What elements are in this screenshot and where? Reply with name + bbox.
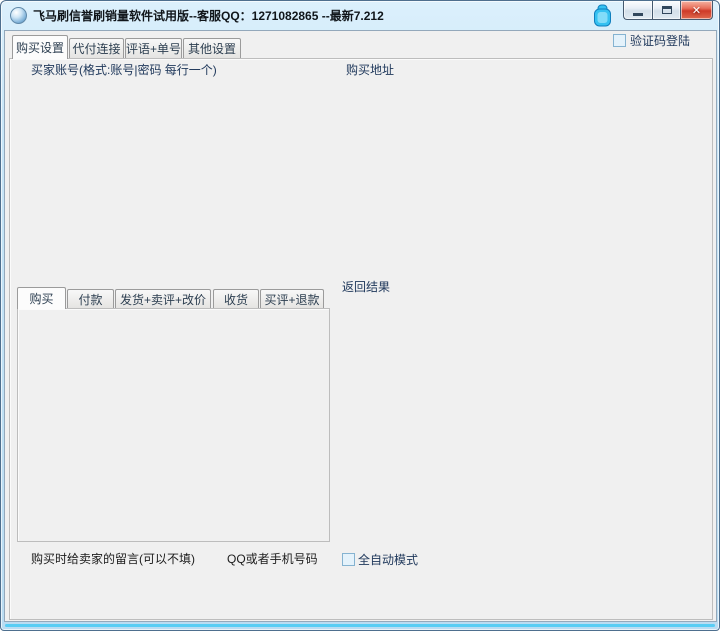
qq-phone-label: QQ或者手机号码 — [225, 552, 320, 567]
auto-mode-row: 全自动模式 — [340, 551, 420, 568]
verify-login-label: 验证码登陆 — [630, 32, 690, 49]
tab-label: 付款 — [78, 291, 102, 308]
tab-buy[interactable]: 购买 — [17, 287, 66, 309]
tab-label: 买评+退款 — [264, 291, 319, 308]
tab-payment-link[interactable]: 代付连接 — [69, 38, 124, 58]
auto-mode-checkbox[interactable] — [342, 553, 355, 566]
close-button[interactable] — [681, 1, 713, 20]
tab-label: 评语+单号 — [126, 40, 181, 57]
verify-login-checkbox[interactable] — [613, 34, 626, 47]
tab-buy-settings[interactable]: 购买设置 — [12, 35, 68, 59]
tab-ship-review-reprice[interactable]: 发货+卖评+改价 — [115, 289, 211, 308]
tab-review-refund[interactable]: 买评+退款 — [260, 289, 324, 308]
window-bottom-accent — [5, 624, 715, 627]
tab-label: 代付连接 — [72, 40, 120, 57]
minimize-button[interactable] — [623, 1, 652, 20]
tab-comments-orders[interactable]: 评语+单号 — [125, 38, 182, 58]
tab-label: 其他设置 — [188, 40, 236, 57]
tab-pay[interactable]: 付款 — [67, 289, 114, 308]
message-label: 购买时给卖家的留言(可以不填) — [29, 552, 197, 567]
maximize-button[interactable] — [652, 1, 681, 20]
task-tab-page — [17, 308, 330, 542]
qq-icon — [592, 4, 613, 28]
close-icon — [692, 1, 701, 19]
minimize-icon — [633, 13, 643, 16]
results-group-label: 返回结果 — [339, 280, 393, 295]
verify-login-row: 验证码登陆 — [613, 32, 690, 49]
buyers-group-label: 买家账号(格式:账号|密码 每行一个) — [28, 63, 220, 78]
addresses-group-label: 购买地址 — [343, 63, 397, 78]
window-title: 飞马刷信誉刷销量软件试用版--客服QQ：1271082865 --最新7.212 — [33, 7, 384, 24]
app-icon — [10, 7, 27, 24]
tab-label: 收货 — [224, 291, 248, 308]
tab-label: 购买 — [29, 290, 53, 307]
tab-other-settings[interactable]: 其他设置 — [183, 38, 241, 58]
maximize-icon — [662, 6, 672, 14]
tab-receive[interactable]: 收货 — [213, 289, 259, 308]
app-window: 飞马刷信誉刷销量软件试用版--客服QQ：1271082865 --最新7.212… — [0, 0, 720, 631]
tab-label: 发货+卖评+改价 — [120, 291, 206, 308]
tab-label: 购买设置 — [16, 39, 64, 56]
window-controls — [623, 1, 713, 20]
auto-mode-label: 全自动模式 — [358, 551, 418, 568]
